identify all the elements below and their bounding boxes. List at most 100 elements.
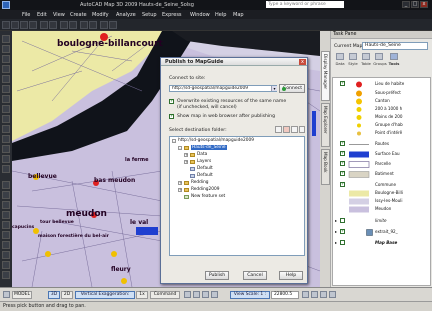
tree-item[interactable]: Redding2009 [191, 187, 219, 192]
menu-map[interactable]: Map [233, 12, 244, 18]
refresh-icon[interactable] [299, 126, 305, 133]
circle-tool-icon[interactable] [2, 85, 10, 93]
layer-visibility-checkbox[interactable] [340, 170, 345, 176]
polygon-tool-icon[interactable] [2, 55, 10, 63]
navigate-icon[interactable] [211, 291, 218, 298]
polyline-tool-icon[interactable] [2, 45, 10, 53]
app-menu-icon[interactable] [2, 1, 10, 9]
pan-icon[interactable] [184, 291, 191, 298]
table-tool-icon[interactable] [2, 155, 10, 163]
layer-visibility-checkbox[interactable] [340, 140, 345, 146]
layer-row[interactable]: Boulogne-Billi [333, 189, 432, 197]
view-2d-button[interactable]: 2D [61, 291, 73, 299]
insert-block-icon[interactable] [2, 115, 10, 123]
layer-row[interactable]: Sous-préfect [333, 89, 432, 97]
explode-tool-icon[interactable] [2, 271, 10, 279]
rectangle-tool-icon[interactable] [2, 65, 10, 73]
layer-row[interactable]: Canton [333, 97, 432, 105]
help-icon[interactable] [109, 21, 117, 29]
tree-item-selected[interactable]: Hauts-de_Seine [191, 145, 227, 150]
layer-list[interactable]: Lieu de habite Sous-préfect Canton 200 à… [332, 77, 431, 286]
settings-icon[interactable] [329, 291, 336, 298]
expand-icon[interactable]: + [178, 188, 182, 192]
line-tool-icon[interactable] [2, 35, 10, 43]
undo-icon[interactable] [40, 21, 48, 29]
layer-row[interactable]: Parcelle [333, 160, 432, 168]
save-icon[interactable] [20, 21, 28, 29]
erase-tool-icon[interactable] [2, 181, 10, 189]
text-tool-icon[interactable] [2, 165, 10, 173]
view-3d-button[interactable]: 3D [48, 291, 60, 299]
properties-icon[interactable] [89, 21, 97, 29]
expand-icon[interactable]: + [184, 153, 188, 157]
overwrite-checkbox[interactable] [169, 98, 174, 104]
layer-row[interactable]: Issy-les-Mouli [333, 197, 432, 205]
layer-row[interactable]: Batiment [333, 170, 432, 178]
connect-button[interactable]: Connect [279, 84, 305, 93]
menu-create[interactable]: Create [70, 12, 87, 18]
layer-row[interactable]: ▸ extrait_92_ [333, 228, 432, 236]
copy-tool-icon[interactable] [2, 191, 10, 199]
layer-visibility-checkbox[interactable] [340, 80, 345, 86]
menu-help[interactable]: Help [215, 12, 226, 18]
rotate-tool-icon[interactable] [2, 241, 10, 249]
expand-icon[interactable]: + [178, 181, 182, 185]
new-icon[interactable] [2, 21, 10, 29]
tab-map-book[interactable]: Map Book [321, 149, 330, 185]
layer-visibility-checkbox[interactable] [340, 181, 345, 187]
layer-row[interactable]: Routes [333, 140, 432, 148]
layer-row[interactable]: Meudon [333, 205, 432, 213]
expand-icon[interactable]: - [172, 139, 176, 143]
zoom-icon[interactable] [69, 21, 77, 29]
tray-settings-icon[interactable] [311, 291, 318, 298]
map-icon[interactable] [3, 291, 10, 298]
match-icon[interactable] [100, 21, 108, 29]
menu-modify[interactable]: Modify [92, 12, 109, 18]
expand-icon[interactable]: ▸ [335, 218, 337, 223]
expand-icon[interactable]: - [178, 146, 182, 150]
expand-icon[interactable]: ▸ [335, 240, 337, 245]
tree-root[interactable]: http://sd-geospatial/mapguide2009 [178, 138, 254, 143]
tab-table[interactable]: Table [360, 53, 372, 66]
dialog-title-bar[interactable]: Publish to MapGuide x [161, 58, 307, 66]
close-window-button[interactable]: x [420, 1, 428, 8]
tab-display-manager[interactable]: Display Manager [321, 51, 330, 101]
region-tool-icon[interactable] [2, 145, 10, 153]
tree-item[interactable]: Layers [197, 159, 211, 164]
expand-icon[interactable]: + [184, 160, 188, 164]
help-button[interactable]: Help [279, 271, 303, 280]
delete-icon[interactable] [283, 126, 290, 133]
chevron-down-icon[interactable]: ▾ [271, 86, 277, 91]
pan-icon[interactable] [60, 21, 68, 29]
tree-item[interactable]: Default [197, 173, 213, 178]
layer-visibility-checkbox[interactable] [340, 240, 345, 245]
dialog-close-button[interactable]: x [299, 59, 306, 65]
layer-row[interactable]: Commune [333, 181, 432, 189]
layer-visibility-checkbox[interactable] [340, 160, 345, 166]
menu-setup[interactable]: Setup [142, 12, 157, 18]
layer-row[interactable]: ▸ Map Base [333, 239, 432, 247]
open-icon[interactable] [11, 21, 19, 29]
menu-analyze[interactable]: Analyze [116, 12, 136, 18]
menu-file[interactable]: File [22, 12, 30, 18]
arc-tool-icon[interactable] [2, 75, 10, 83]
tree-item[interactable]: New feature set [191, 194, 225, 199]
point-tool-icon[interactable] [2, 125, 10, 133]
menu-express[interactable]: Express [162, 12, 182, 18]
expand-icon[interactable]: ▸ [335, 229, 337, 234]
menu-window[interactable]: Window [190, 12, 210, 18]
lock-icon[interactable] [302, 291, 309, 298]
redo-icon[interactable] [49, 21, 57, 29]
layer-row[interactable]: Lieu de habite [333, 80, 432, 88]
layer-icon[interactable] [80, 21, 88, 29]
command-button[interactable]: Command [150, 291, 180, 299]
properties-icon[interactable] [291, 126, 298, 133]
offset-tool-icon[interactable] [2, 211, 10, 219]
minimize-button[interactable]: _ [402, 1, 410, 8]
view-scale-input[interactable]: 22800.5 [271, 291, 299, 299]
cancel-button[interactable]: Cancel [243, 271, 267, 280]
print-icon[interactable] [29, 21, 37, 29]
menu-view[interactable]: View [53, 12, 65, 18]
layer-row[interactable]: 200 à 1000 h [333, 105, 432, 113]
spline-tool-icon[interactable] [2, 95, 10, 103]
